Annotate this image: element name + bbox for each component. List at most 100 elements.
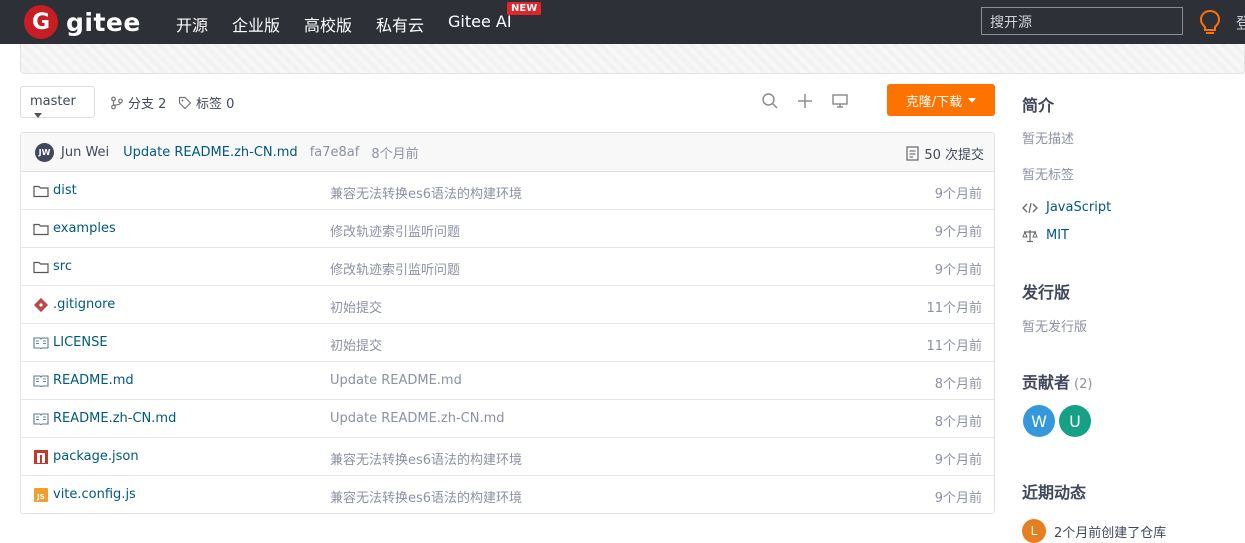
nav-item-education[interactable]: 高校版 (304, 12, 352, 36)
branch-name: master (30, 94, 76, 109)
nav-item-private-cloud[interactable]: 私有云 (376, 12, 424, 36)
file-name-link[interactable]: LICENSE (53, 335, 108, 350)
npm-package-icon (33, 449, 49, 465)
file-commit-time: 8个月前 (934, 377, 982, 392)
commit-count-link[interactable]: 50 次提交 (906, 144, 984, 163)
license-label: MIT (1046, 228, 1069, 243)
gitee-logo-icon: G (24, 5, 58, 39)
file-commit-time: 8个月前 (934, 415, 982, 430)
file-row: package.json 兼容无法转换es6语法的构建环境 9个月前 (21, 438, 994, 476)
file-commit-time: 9个月前 (934, 263, 982, 278)
activity-item[interactable]: L 2个月前创建了仓库 (1022, 519, 1166, 543)
new-badge: NEW (507, 2, 542, 15)
file-commit-time: 11个月前 (926, 339, 982, 354)
contributors-title: 贡献者 (2) (1022, 369, 1092, 393)
file-row: examples 修改轨迹索引监听问题 9个月前 (21, 210, 994, 248)
commit-message[interactable]: Update README.zh-CN.md (123, 145, 298, 160)
contributors-count: (2) (1074, 377, 1093, 392)
code-icon (1022, 202, 1038, 213)
gitee-logo[interactable]: G gitee (24, 5, 141, 39)
file-row: dist 兼容无法转换es6语法的构建环境 9个月前 (21, 172, 994, 210)
file-commit-message[interactable]: 初始提交 (330, 297, 382, 316)
file-row: JS vite.config.js 兼容无法转换es6语法的构建环境 9个月前 (21, 476, 994, 514)
commit-time: 8个月前 (371, 146, 419, 162)
contributors-title-label: 贡献者 (1022, 373, 1071, 392)
clone-download-button[interactable]: 克隆/下载 (887, 84, 995, 116)
branches-link[interactable]: 分支 2 (110, 93, 166, 112)
folder-icon (33, 259, 49, 275)
language-item[interactable]: JavaScript (1022, 200, 1111, 215)
top-nav: G gitee 开源 企业版 高校版 私有云 Gitee AI NEW 搜开源 … (0, 0, 1245, 44)
nav-item-gitee-ai[interactable]: Gitee AI (448, 12, 512, 31)
login-link[interactable]: 登 (1236, 12, 1245, 33)
file-row: .gitignore 初始提交 11个月前 (21, 286, 994, 324)
contributor-avatar[interactable]: W (1023, 405, 1055, 437)
file-commit-message[interactable]: 修改轨迹索引监听问题 (330, 221, 460, 240)
file-commit-time: 9个月前 (934, 187, 982, 202)
monitor-icon[interactable] (831, 92, 849, 110)
file-name-link[interactable]: README.zh-CN.md (53, 411, 176, 426)
nav-item-opensource[interactable]: 开源 (176, 12, 208, 36)
license-item[interactable]: MIT (1022, 228, 1069, 243)
language-label: JavaScript (1046, 200, 1112, 215)
commit-count-label: 50 次提交 (924, 148, 984, 163)
commit-hash[interactable]: fa7e8af (310, 145, 360, 160)
file-commit-time: 9个月前 (934, 491, 982, 506)
no-release: 暂无发行版 (1022, 320, 1088, 335)
file-commit-message[interactable]: 修改轨迹索引监听问题 (330, 259, 460, 278)
recent-activity-title: 近期动态 (1022, 483, 1087, 502)
file-commit-message[interactable]: 兼容无法转换es6语法的构建环境 (330, 487, 522, 506)
file-list: JW Jun Wei Update README.zh-CN.md fa7e8a… (20, 132, 995, 514)
contributor-avatar[interactable]: U (1059, 405, 1091, 437)
no-tags: 暂无标签 (1022, 168, 1075, 183)
search-icon[interactable] (761, 92, 779, 110)
file-name-link[interactable]: src (53, 259, 72, 274)
tags-link[interactable]: 标签 0 (178, 93, 234, 112)
lightbulb-icon[interactable] (1199, 9, 1221, 35)
folder-icon (33, 183, 49, 199)
javascript-file-icon: JS (33, 487, 49, 503)
git-file-icon (33, 297, 49, 313)
file-commit-message[interactable]: 兼容无法转换es6语法的构建环境 (330, 183, 522, 202)
intro-title: 简介 (1022, 96, 1055, 115)
file-name-link[interactable]: vite.config.js (53, 487, 136, 502)
commit-history-icon (906, 146, 919, 161)
search-input[interactable]: 搜开源 (981, 7, 1183, 35)
file-name-link[interactable]: package.json (53, 449, 139, 464)
file-commit-message[interactable]: 兼容无法转换es6语法的构建环境 (330, 449, 522, 468)
avatar: L (1022, 519, 1046, 543)
clone-download-label: 克隆/下载 (905, 94, 963, 110)
branch-select[interactable]: master (20, 86, 95, 118)
repo-banner (20, 44, 1245, 74)
file-name-link[interactable]: dist (53, 183, 77, 198)
commit-author[interactable]: Jun Wei (61, 145, 109, 160)
document-icon (33, 335, 49, 351)
chevron-down-icon (34, 113, 42, 118)
latest-commit-row: JW Jun Wei Update README.zh-CN.md fa7e8a… (21, 133, 994, 172)
branch-icon (111, 96, 123, 109)
tag-icon (178, 96, 192, 109)
avatar[interactable]: JW (35, 142, 54, 162)
file-name-link[interactable]: .gitignore (53, 297, 115, 312)
plus-icon[interactable] (796, 92, 814, 110)
folder-icon (33, 221, 49, 237)
file-row: README.zh-CN.md Update README.zh-CN.md 8个月… (21, 400, 994, 438)
chevron-down-icon (968, 97, 977, 103)
file-commit-time: 9个月前 (934, 225, 982, 240)
file-commit-message[interactable]: Update README.zh-CN.md (330, 411, 505, 426)
tags-label: 标签 0 (196, 97, 235, 112)
scale-icon (1022, 229, 1038, 242)
file-commit-time: 9个月前 (934, 453, 982, 468)
file-row: LICENSE 初始提交 11个月前 (21, 324, 994, 362)
file-commit-message[interactable]: Update README.md (330, 373, 462, 388)
file-row: README.md Update README.md 8个月前 (21, 362, 994, 400)
file-name-link[interactable]: examples (53, 221, 116, 236)
branches-label: 分支 2 (128, 97, 167, 112)
svg-text:JS: JS (36, 493, 45, 501)
nav-item-enterprise[interactable]: 企业版 (232, 12, 280, 36)
file-commit-time: 11个月前 (926, 301, 982, 316)
release-title: 发行版 (1022, 283, 1071, 302)
file-commit-message[interactable]: 初始提交 (330, 335, 382, 354)
file-name-link[interactable]: README.md (53, 373, 134, 388)
gitee-logo-text: gitee (66, 7, 141, 37)
